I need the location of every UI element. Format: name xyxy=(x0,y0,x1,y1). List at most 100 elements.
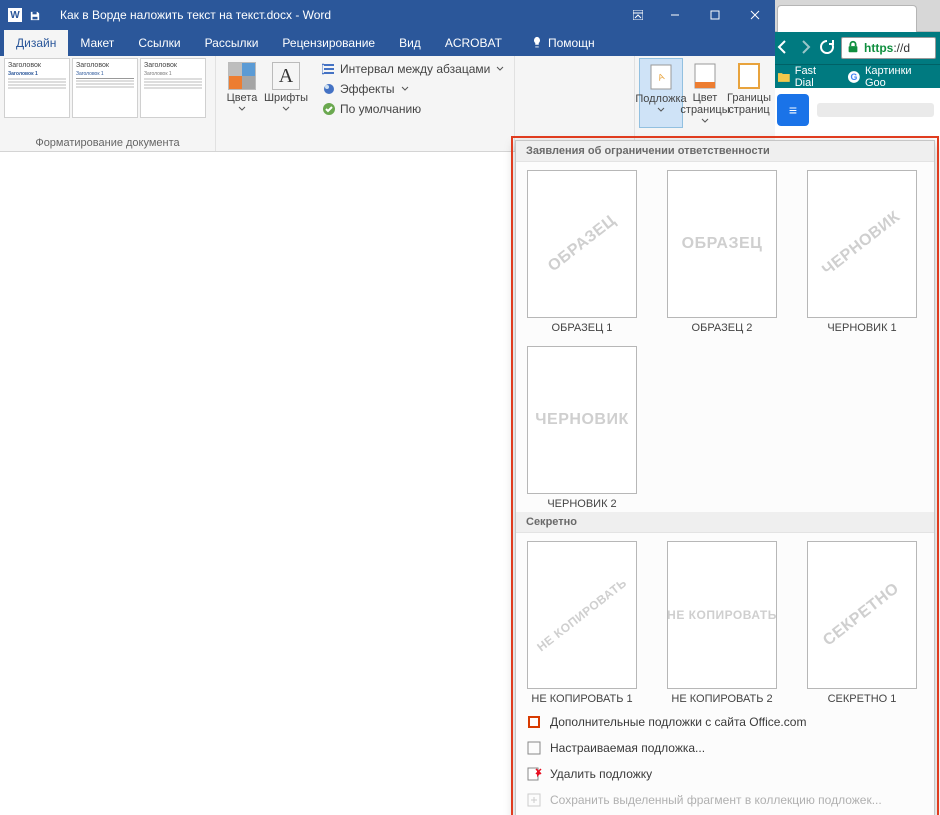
watermark-caption: НЕ КОПИРОВАТЬ 2 xyxy=(664,693,780,705)
effects-icon xyxy=(322,82,336,96)
watermark-text: НЕ КОПИРОВАТЬ xyxy=(534,576,629,655)
chevron-down-icon xyxy=(399,82,409,96)
style-set-thumbnail[interactable]: Заголовок Заголовок 1 xyxy=(4,58,70,118)
close-button[interactable] xyxy=(735,0,775,30)
style-h1: Заголовок 1 xyxy=(144,71,202,77)
watermark-label: Подложка xyxy=(635,93,686,105)
watermark-confidential-1[interactable]: СЕКРЕТНО СЕКРЕТНО 1 xyxy=(804,541,920,705)
watermark-icon: A xyxy=(647,63,675,91)
tab-review[interactable]: Рецензирование xyxy=(270,30,387,56)
office-icon xyxy=(526,714,542,730)
google-icon: G xyxy=(847,70,861,84)
paragraph-spacing-label: Интервал между абзацами xyxy=(340,62,490,76)
gallery-footer: Дополнительные подложки с сайта Office.c… xyxy=(516,707,934,815)
browser-tabstrip xyxy=(771,0,940,32)
style-title: Заголовок xyxy=(8,62,66,69)
tell-me-label: Помощн xyxy=(548,36,595,50)
browser-tab[interactable] xyxy=(777,5,917,32)
google-docs-icon[interactable]: ≡ xyxy=(777,94,809,126)
menu-label: Настраиваемая подложка... xyxy=(550,741,705,755)
colors-icon xyxy=(228,62,256,90)
bookmark-label: Картинки Goo xyxy=(865,65,934,89)
reload-icon[interactable] xyxy=(819,39,835,58)
folder-icon xyxy=(777,70,791,84)
chevron-down-icon xyxy=(701,116,709,128)
watermark-do-not-copy-1[interactable]: НЕ КОПИРОВАТЬ НЕ КОПИРОВАТЬ 1 xyxy=(524,541,640,705)
set-default-label: По умолчанию xyxy=(340,102,421,116)
minimize-button[interactable] xyxy=(655,0,695,30)
custom-watermark-icon xyxy=(526,740,542,756)
tab-layout[interactable]: Макет xyxy=(68,30,126,56)
tab-references[interactable]: Ссылки xyxy=(126,30,192,56)
tab-acrobat[interactable]: ACROBAT xyxy=(433,30,514,56)
style-set-thumbnail[interactable]: Заголовок Заголовок 1 xyxy=(72,58,138,118)
bookmark-label: Fast Dial xyxy=(795,65,838,89)
page-color-button[interactable]: Цвет страницы xyxy=(683,58,727,128)
effects-button[interactable]: Эффекты xyxy=(322,80,504,98)
chevron-down-icon xyxy=(238,104,246,116)
style-h1: Заголовок 1 xyxy=(8,71,66,77)
more-watermarks-office[interactable]: Дополнительные подложки с сайта Office.c… xyxy=(516,709,934,735)
word-app-icon: W xyxy=(8,8,22,22)
watermark-gallery: Заявления об ограничении ответственности… xyxy=(515,140,935,815)
watermark-caption: СЕКРЕТНО 1 xyxy=(804,693,920,705)
ribbon-tabs: Дизайн Макет Ссылки Рассылки Рецензирова… xyxy=(0,30,775,56)
group-page-background: A Подложка Цвет страницы Границы страниц xyxy=(634,56,775,151)
back-icon[interactable] xyxy=(775,39,791,58)
ribbon: Заголовок Заголовок 1 Заголовок Заголово… xyxy=(0,56,775,152)
fonts-button[interactable]: A Шрифты xyxy=(264,58,308,116)
watermark-caption: НЕ КОПИРОВАТЬ 1 xyxy=(524,693,640,705)
bookmark-fastdial[interactable]: Fast Dial xyxy=(777,65,837,89)
watermark-do-not-copy-2[interactable]: НЕ КОПИРОВАТЬ НЕ КОПИРОВАТЬ 2 xyxy=(664,541,780,705)
url-rest: ://d xyxy=(893,41,910,55)
page-color-label: Цвет страницы xyxy=(680,92,729,116)
colors-label: Цвета xyxy=(227,92,258,104)
titlebar: W Как в Ворде наложить текст на текст.do… xyxy=(0,0,775,30)
watermark-text: ЧЕРНОВИК xyxy=(820,208,905,280)
address-bar[interactable]: https://d xyxy=(841,37,936,59)
ribbon-display-options-icon[interactable] xyxy=(621,0,655,30)
tab-view[interactable]: Вид xyxy=(387,30,433,56)
bookmarks-bar: Fast Dial G Картинки Goo xyxy=(771,64,940,88)
watermark-caption: ОБРАЗЕЦ 1 xyxy=(524,322,640,334)
tell-me-search[interactable]: Помощн xyxy=(518,30,607,56)
paragraph-spacing-button[interactable]: Интервал между абзацами xyxy=(322,60,504,78)
set-as-default-button[interactable]: По умолчанию xyxy=(322,100,504,118)
style-set-thumbnail[interactable]: Заголовок Заголовок 1 xyxy=(140,58,206,118)
gallery-section-disclaimers: Заявления об ограничении ответственности xyxy=(516,141,934,162)
colors-button[interactable]: Цвета xyxy=(220,58,264,116)
bookmark-gimages[interactable]: G Картинки Goo xyxy=(847,65,934,89)
style-h1: Заголовок 1 xyxy=(76,71,134,77)
page-borders-button[interactable]: Границы страниц xyxy=(727,58,771,128)
group-formatting-options: Интервал между абзацами Эффекты По умолч… xyxy=(312,56,515,151)
doc-title-placeholder xyxy=(817,103,934,117)
watermark-draft-2[interactable]: ЧЕРНОВИК ЧЕРНОВИК 2 xyxy=(524,346,640,510)
style-title: Заголовок xyxy=(76,62,134,69)
maximize-button[interactable] xyxy=(695,0,735,30)
fonts-label: Шрифты xyxy=(264,92,308,104)
chevron-down-icon xyxy=(494,62,504,76)
forward-icon[interactable] xyxy=(797,39,813,58)
watermark-sample-2[interactable]: ОБРАЗЕЦ ОБРАЗЕЦ 2 xyxy=(664,170,780,334)
watermark-text: ЧЕРНОВИК xyxy=(535,411,628,429)
watermark-draft-1[interactable]: ЧЕРНОВИК ЧЕРНОВИК 1 xyxy=(804,170,920,334)
browser-content: ≡ xyxy=(771,88,940,132)
group-document-formatting: Заголовок Заголовок 1 Заголовок Заголово… xyxy=(0,56,216,151)
tab-design[interactable]: Дизайн xyxy=(4,30,68,56)
group-label: Форматирование документа xyxy=(4,137,211,151)
browser-toolbar: https://d xyxy=(771,32,940,64)
watermark-text: НЕ КОПИРОВАТЬ xyxy=(667,608,777,622)
lock-icon xyxy=(846,40,860,57)
watermark-sample-1[interactable]: ОБРАЗЕЦ ОБРАЗЕЦ 1 xyxy=(524,170,640,334)
watermark-text: ОБРАЗЕЦ xyxy=(682,235,763,253)
paragraph-spacing-icon xyxy=(322,62,336,76)
remove-watermark[interactable]: Удалить подложку xyxy=(516,761,934,787)
save-icon[interactable] xyxy=(30,10,40,20)
menu-label: Сохранить выделенный фрагмент в коллекци… xyxy=(550,793,882,807)
tab-mailings[interactable]: Рассылки xyxy=(193,30,271,56)
remove-watermark-icon xyxy=(526,766,542,782)
custom-watermark[interactable]: Настраиваемая подложка... xyxy=(516,735,934,761)
save-selection-to-gallery: Сохранить выделенный фрагмент в коллекци… xyxy=(516,787,934,813)
watermark-button[interactable]: A Подложка xyxy=(639,58,683,128)
style-title: Заголовок xyxy=(144,62,202,69)
